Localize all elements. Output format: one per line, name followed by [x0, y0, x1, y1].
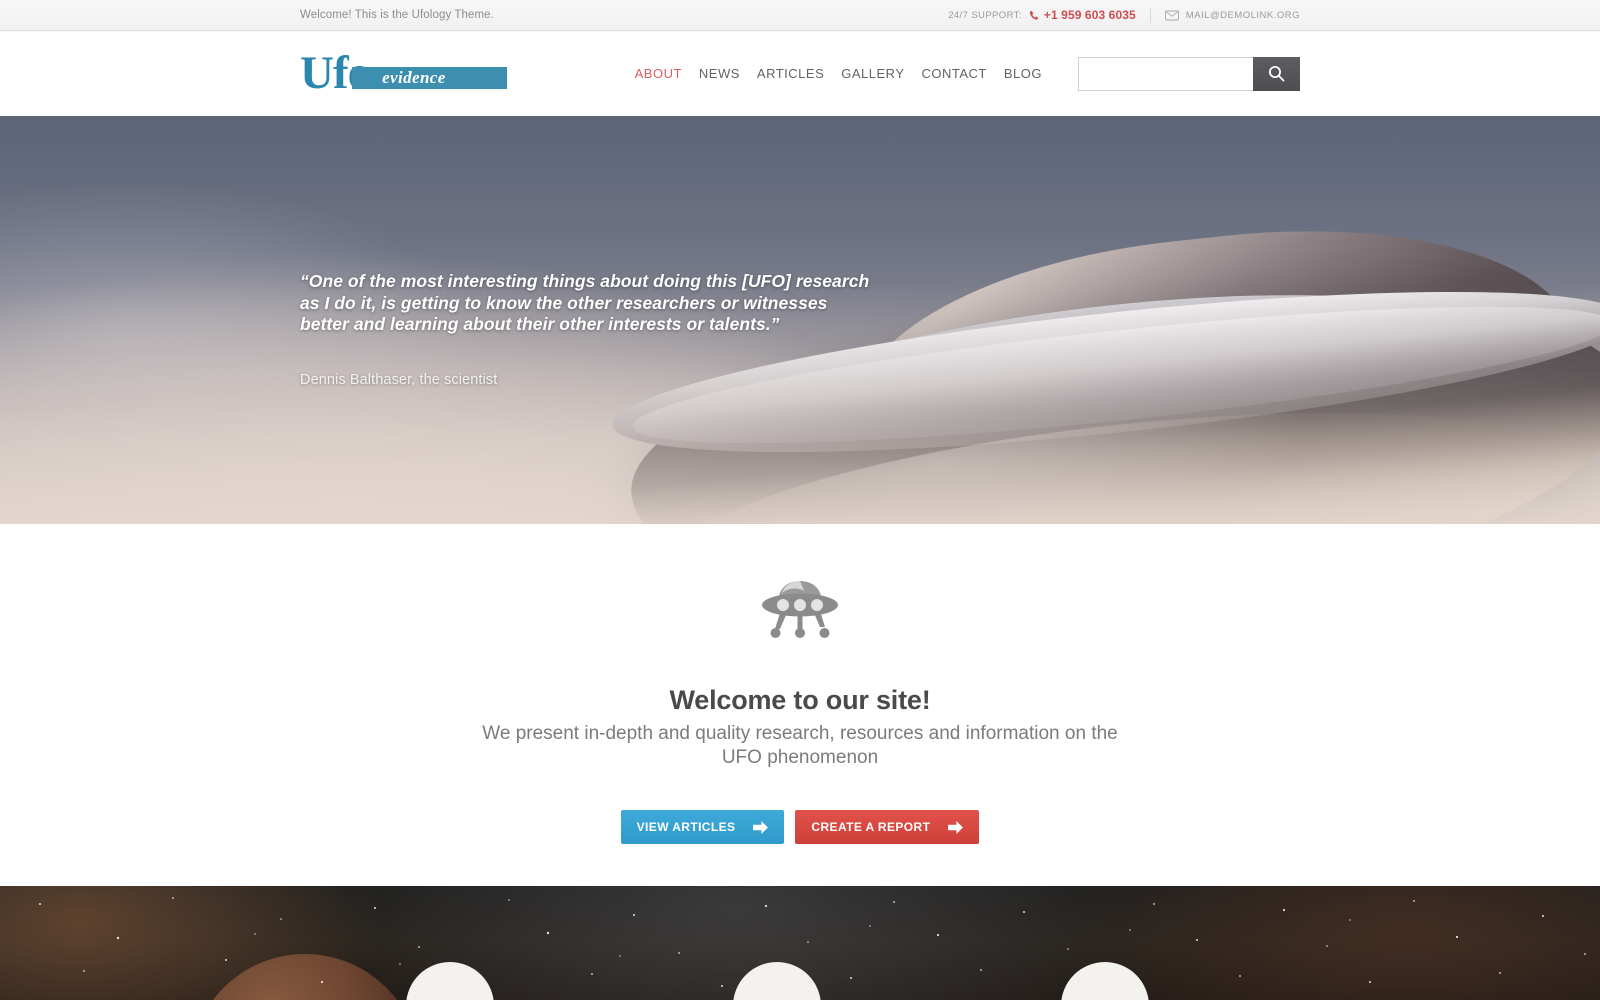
main-navigation: ABOUT NEWS ARTICLES GALLERY CONTACT BLOG: [635, 66, 1042, 81]
email-link[interactable]: MAIL@DEMOLINK.ORG: [1164, 9, 1300, 21]
nav-item-news[interactable]: NEWS: [699, 66, 740, 81]
support-label: 24/7 SUPPORT:: [948, 9, 1022, 21]
arrow-right-icon: [948, 820, 964, 834]
cta-button-row: VIEW ARTICLES CREATE A REPORT: [0, 810, 1600, 844]
hero-banner: “One of the most interesting things abou…: [0, 116, 1600, 524]
view-articles-button[interactable]: VIEW ARTICLES: [620, 810, 785, 844]
envelope-icon: [1164, 10, 1179, 21]
logo-secondary-text: evidence: [382, 67, 446, 87]
email-address: MAIL@DEMOLINK.ORG: [1185, 9, 1300, 21]
welcome-title: Welcome to our site!: [669, 685, 931, 715]
page-root: Welcome! This is the Ufology Theme. 24/7…: [0, 0, 1600, 1000]
phone-link[interactable]: +1 959 603 6035: [1029, 8, 1136, 22]
nav-item-blog[interactable]: BLOG: [1004, 66, 1042, 81]
nav-item-contact[interactable]: CONTACT: [922, 66, 987, 81]
view-articles-label: VIEW ARTICLES: [636, 820, 736, 834]
arrow-right-icon: [753, 820, 769, 834]
welcome-section: Welcome to our site! We present in-depth…: [0, 524, 1600, 886]
search-form: [1078, 56, 1300, 91]
welcome-message: Welcome! This is the Ufology Theme.: [300, 9, 494, 21]
hero-quote-text: “One of the most interesting things abou…: [300, 271, 870, 334]
top-utility-bar: Welcome! This is the Ufology Theme. 24/7…: [0, 0, 1600, 32]
site-logo[interactable]: Ufo evidence: [300, 50, 508, 98]
nav-item-gallery[interactable]: GALLERY: [841, 66, 904, 81]
site-header: Ufo evidence ABOUT NEWS ARTICLES GALLERY…: [0, 31, 1600, 116]
logo-badge: evidence: [352, 66, 508, 89]
search-icon: [1268, 65, 1285, 82]
ufo-saucer-icon: [0, 576, 1600, 651]
nav-item-about[interactable]: ABOUT: [635, 66, 682, 81]
contact-group: 24/7 SUPPORT: +1 959 603 6035 MAIL@DEMOL…: [948, 7, 1300, 23]
welcome-subtitle: We present in-depth and quality research…: [482, 723, 1118, 768]
hero-quote-author: Dennis Balthaser, the scientist: [300, 372, 498, 388]
nav-item-articles[interactable]: ARTICLES: [757, 66, 824, 81]
phone-number: +1 959 603 6035: [1043, 8, 1136, 22]
create-report-label: CREATE A REPORT: [811, 820, 931, 834]
search-button[interactable]: [1253, 56, 1300, 91]
create-report-button[interactable]: CREATE A REPORT: [795, 810, 980, 844]
phone-icon: [1029, 10, 1040, 21]
divider: [1149, 7, 1151, 23]
search-input[interactable]: [1078, 56, 1253, 91]
